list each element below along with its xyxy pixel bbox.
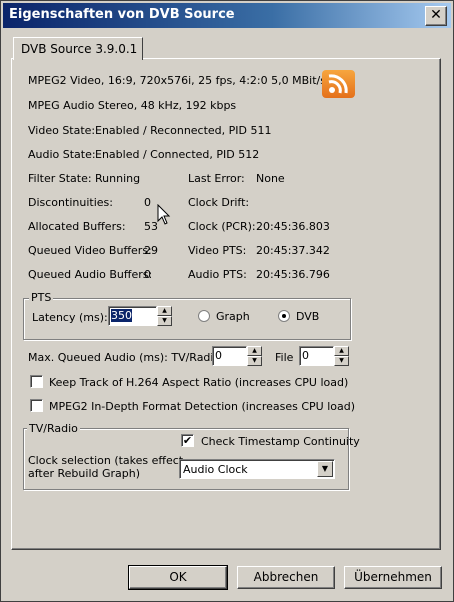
- allocated-buffers-value: 53: [144, 220, 158, 233]
- tvradio-group-title: TV/Radio: [27, 422, 80, 435]
- radio-graph-label: Graph: [216, 310, 250, 323]
- window-title: Eigenschaften von DVB Source: [9, 7, 235, 22]
- file-label: File: [275, 351, 294, 364]
- radio-dvb[interactable]: [278, 310, 290, 322]
- latency-stepper[interactable]: ▲ ▼: [157, 306, 172, 326]
- chevron-down-icon[interactable]: ▼: [317, 461, 333, 477]
- latency-label: Latency (ms):: [32, 311, 108, 324]
- tab-dvb-source[interactable]: DVB Source 3.9.0.1: [13, 37, 143, 60]
- clock-select-value: Audio Clock: [183, 463, 248, 476]
- check-icon: ✔: [182, 434, 193, 447]
- apply-button[interactable]: Übernehmen: [344, 566, 442, 589]
- audio-format-text: MPEG Audio Stereo, 48 kHz, 192 kbps: [28, 99, 237, 112]
- pts-group-title: PTS: [29, 291, 54, 304]
- audio-pts-label: Audio PTS:: [188, 268, 247, 281]
- allocated-buffers-label: Allocated Buffers:: [28, 220, 126, 233]
- clock-drift-label: Clock Drift:: [188, 196, 250, 209]
- video-pts-value: 20:45:37.342: [256, 244, 330, 257]
- audio-state-value: Enabled / Connected, PID 512: [95, 148, 260, 161]
- mpeg2-detect-checkbox[interactable]: [30, 399, 43, 412]
- mpeg2-detect-label: MPEG2 In-Depth Format Detection (increas…: [49, 400, 356, 413]
- clock-select[interactable]: Audio Clock ▼: [179, 459, 335, 479]
- discontinuities-value: 0: [144, 196, 151, 209]
- clock-pcr-value: 20:45:36.803: [256, 220, 330, 233]
- close-button[interactable]: ✕: [425, 6, 447, 26]
- file-input[interactable]: 0: [299, 346, 334, 366]
- latency-input[interactable]: 350: [108, 306, 157, 326]
- queued-video-value: 29: [144, 244, 158, 257]
- latency-down-icon[interactable]: ▼: [157, 316, 172, 326]
- rss-feed-icon[interactable]: [322, 70, 355, 98]
- h264-aspect-label: Keep Track of H.264 Aspect Ratio (increa…: [49, 376, 349, 389]
- tv-radio-up-icon[interactable]: ▲: [247, 346, 262, 356]
- discontinuities-label: Discontinuities:: [28, 196, 113, 209]
- file-value: 0: [302, 349, 309, 362]
- properties-dialog: Eigenschaften von DVB Source ✕ DVB Sourc…: [0, 0, 454, 602]
- radio-graph[interactable]: [198, 310, 210, 322]
- mouse-cursor-icon: [157, 203, 171, 229]
- file-down-icon[interactable]: ▼: [334, 356, 349, 366]
- title-bar[interactable]: Eigenschaften von DVB Source ✕: [3, 3, 451, 28]
- filter-state-label: Filter State:: [28, 172, 92, 185]
- file-up-icon[interactable]: ▲: [334, 346, 349, 356]
- max-queued-audio-label: Max. Queued Audio (ms): TV/Radio: [28, 351, 221, 364]
- last-error-label: Last Error:: [188, 172, 245, 185]
- timestamp-label: Check Timestamp Continuity: [201, 435, 360, 448]
- filter-state-value: Running: [95, 172, 141, 185]
- tv-radio-value: 0: [215, 349, 222, 362]
- clock-selection-label-1: Clock selection (takes effect: [28, 454, 184, 467]
- video-format-text: MPEG2 Video, 16:9, 720x576i, 25 fps, 4:2…: [28, 74, 326, 87]
- file-stepper[interactable]: ▲ ▼: [334, 346, 349, 366]
- ok-button[interactable]: OK: [128, 565, 228, 590]
- clock-selection-label-2: after Rebuild Graph): [28, 467, 141, 480]
- latency-up-icon[interactable]: ▲: [157, 306, 172, 316]
- tv-radio-down-icon[interactable]: ▼: [247, 356, 262, 366]
- latency-value: 350: [111, 309, 132, 322]
- cancel-button[interactable]: Abbrechen: [237, 566, 335, 589]
- last-error-value: None: [256, 172, 285, 185]
- tv-radio-stepper[interactable]: ▲ ▼: [247, 346, 262, 366]
- audio-pts-value: 20:45:36.796: [256, 268, 330, 281]
- timestamp-checkbox[interactable]: ✔: [181, 434, 194, 447]
- tab-label: DVB Source 3.9.0.1: [21, 42, 138, 56]
- queued-audio-label: Queued Audio Buffers:: [28, 268, 153, 281]
- tv-radio-input[interactable]: 0: [212, 346, 247, 366]
- clock-pcr-label: Clock (PCR):: [188, 220, 256, 233]
- video-state-label: Video State:: [28, 124, 96, 137]
- radio-dvb-label: DVB: [296, 310, 320, 323]
- video-pts-label: Video PTS:: [188, 244, 247, 257]
- queued-video-label: Queued Video Buffers:: [28, 244, 152, 257]
- queued-audio-value: 0: [144, 268, 151, 281]
- h264-aspect-checkbox[interactable]: [30, 375, 43, 388]
- audio-state-label: Audio State:: [28, 148, 96, 161]
- video-state-value: Enabled / Reconnected, PID 511: [95, 124, 272, 137]
